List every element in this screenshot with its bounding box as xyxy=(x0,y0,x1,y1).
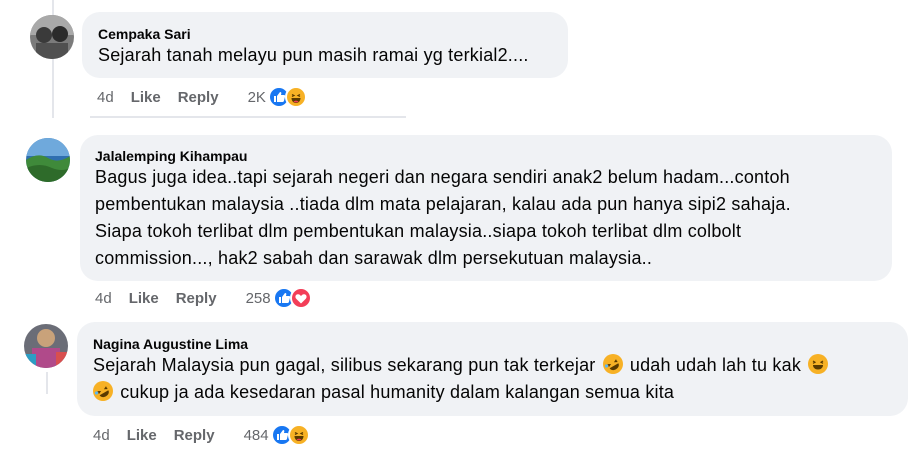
reply-button[interactable]: Reply xyxy=(178,89,219,106)
comment-author[interactable]: Jalalemping Kihampau xyxy=(95,148,247,164)
avatar[interactable] xyxy=(26,138,70,182)
reaction-count[interactable]: 2K xyxy=(248,89,266,106)
comment-text-segment: udah udah lah tu kak xyxy=(629,355,802,375)
like-button[interactable]: Like xyxy=(129,290,159,307)
comment-timestamp[interactable]: 4d xyxy=(93,427,110,444)
comment-actions: 4d Like Reply 258 xyxy=(95,287,312,309)
thread-divider xyxy=(90,116,406,118)
comment-line: Siapa tokoh terlibat dlm pembentukan mal… xyxy=(95,221,742,241)
comment-text-segment: Sejarah Malaysia pun gagal, silibus seka… xyxy=(93,355,596,375)
haha-icon xyxy=(287,424,310,446)
comment-actions: 4d Like Reply 484 xyxy=(93,424,310,446)
reaction-count[interactable]: 484 xyxy=(244,427,269,444)
comment-author[interactable]: Cempaka Sari xyxy=(98,26,191,42)
reaction-count[interactable]: 258 xyxy=(246,290,271,307)
comment-text: Bagus juga idea..tapi sejarah negeri dan… xyxy=(95,164,791,272)
rofl-emoji-icon xyxy=(93,381,113,401)
comment-line: commission..., hak2 sabah dan sarawak dl… xyxy=(95,248,653,268)
like-button[interactable]: Like xyxy=(131,89,161,106)
comment-text-segment: cukup ja ada kesedaran pasal humanity da… xyxy=(120,382,675,402)
comment-line: Bagus juga idea..tapi sejarah negeri dan… xyxy=(95,167,790,187)
comment-text: Sejarah tanah melayu pun masih ramai yg … xyxy=(98,45,529,65)
reply-button[interactable]: Reply xyxy=(174,427,215,444)
haha-icon xyxy=(284,86,307,108)
comment-line: Sejarah Malaysia pun gagal, silibus seka… xyxy=(93,352,830,379)
like-button[interactable]: Like xyxy=(127,427,157,444)
comment-timestamp[interactable]: 4d xyxy=(95,290,112,307)
comment-author[interactable]: Nagina Augustine Lima xyxy=(93,336,248,352)
avatar[interactable] xyxy=(24,324,68,368)
avatar[interactable] xyxy=(30,15,74,59)
comment-line: cukup ja ada kesedaran pasal humanity da… xyxy=(93,379,830,406)
comment-line: pembentukan malaysia ..tiada dlm mata pe… xyxy=(95,194,791,214)
love-icon xyxy=(289,287,312,309)
laughing-emoji-icon xyxy=(808,354,829,374)
reply-button[interactable]: Reply xyxy=(176,290,217,307)
comment-timestamp[interactable]: 4d xyxy=(97,89,114,106)
thread-line xyxy=(46,372,48,394)
comment-text: Sejarah Malaysia pun gagal, silibus seka… xyxy=(93,352,830,406)
rofl-emoji-icon xyxy=(602,354,623,374)
comment-actions: 4d Like Reply 2K xyxy=(97,86,307,108)
